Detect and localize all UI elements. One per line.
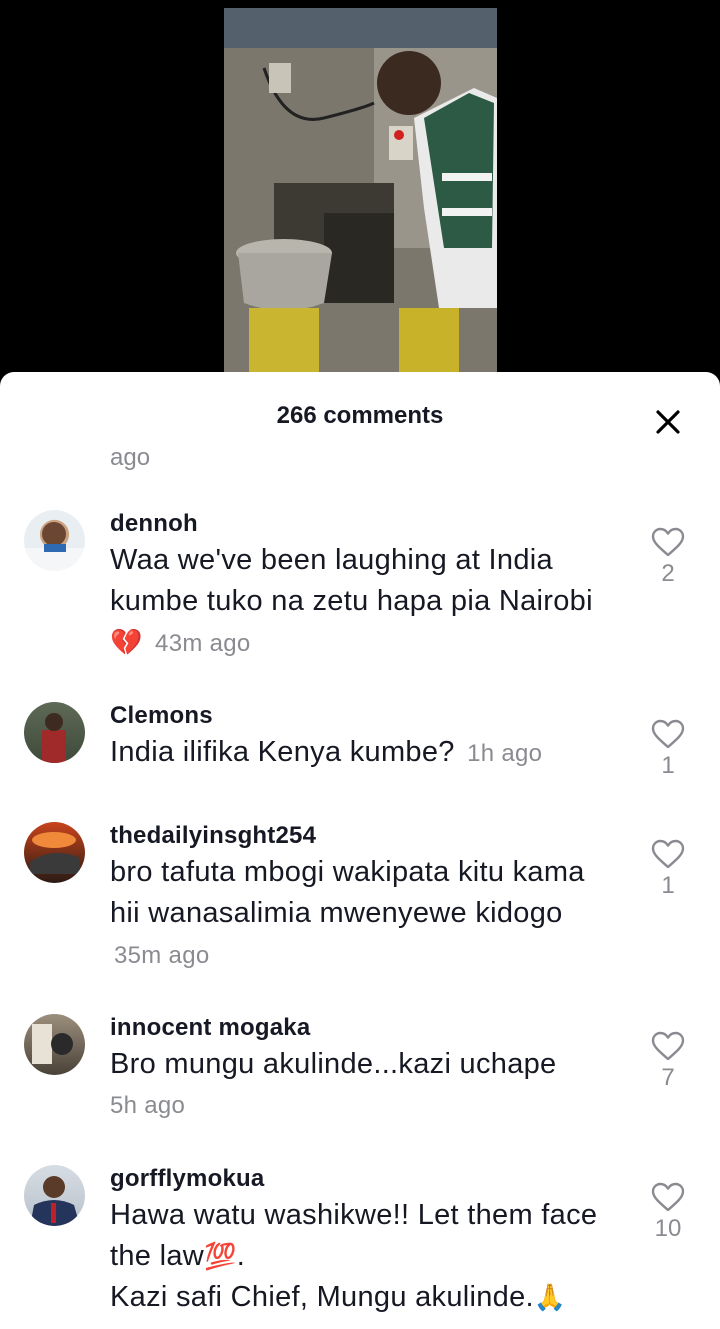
close-icon[interactable] bbox=[650, 404, 686, 440]
video-scene-image bbox=[224, 8, 497, 380]
heart-outline-icon[interactable] bbox=[650, 526, 686, 558]
comment-username[interactable]: dennoh bbox=[110, 510, 198, 538]
comment-body: bro tafuta mbogi wakipata kitu kama hii … bbox=[110, 856, 585, 929]
like-button[interactable]: 1 bbox=[640, 718, 696, 780]
comment-text: Bro mungu akulinde...kazi uchape 5h ago bbox=[110, 1044, 620, 1126]
comment-username[interactable]: innocent mogaka bbox=[110, 1014, 310, 1042]
like-count: 1 bbox=[661, 752, 675, 779]
avatar[interactable] bbox=[24, 822, 85, 883]
comments-sheet: 266 comments ago dennoh Waa we've been l… bbox=[0, 372, 720, 1329]
comment-body: India ilifika Kenya kumbe? bbox=[110, 736, 455, 768]
like-button[interactable]: 2 bbox=[640, 526, 696, 588]
video-area[interactable] bbox=[0, 0, 720, 380]
truncated-timestamp: ago bbox=[110, 444, 151, 471]
comment-body-line1: Hawa watu washikwe!! Let them face the l… bbox=[110, 1199, 598, 1272]
heart-outline-icon[interactable] bbox=[650, 718, 686, 750]
video-thumbnail[interactable] bbox=[224, 8, 497, 380]
hundred-points-emoji: 💯 bbox=[204, 1241, 237, 1271]
sheet-header: 266 comments bbox=[0, 372, 720, 464]
like-button[interactable]: 10 bbox=[640, 1181, 696, 1243]
like-count: 10 bbox=[654, 1215, 682, 1242]
avatar[interactable] bbox=[24, 702, 85, 763]
comment-body-line1-end: . bbox=[236, 1240, 246, 1272]
comment-body: Bro mungu akulinde...kazi uchape bbox=[110, 1048, 557, 1080]
heart-outline-icon[interactable] bbox=[650, 838, 686, 870]
comment-time: 43m ago bbox=[155, 630, 251, 657]
heart-outline-icon[interactable] bbox=[650, 1181, 686, 1213]
like-button[interactable]: 7 bbox=[640, 1030, 696, 1092]
comment-time: 5h ago bbox=[110, 1092, 186, 1119]
avatar[interactable] bbox=[24, 1165, 85, 1226]
comment-text: Waa we've been laughing at India kumbe t… bbox=[110, 540, 620, 664]
comment-body-line2: Kazi safi Chief, Mungu akulinde. bbox=[110, 1281, 534, 1313]
folded-hands-emoji: 🙏 bbox=[533, 1282, 567, 1312]
heart-outline-icon[interactable] bbox=[650, 1030, 686, 1062]
like-count: 1 bbox=[661, 872, 675, 899]
comment-body: Waa we've been laughing at India kumbe t… bbox=[110, 544, 593, 617]
comment-username[interactable]: Clemons bbox=[110, 702, 213, 730]
like-count: 7 bbox=[661, 1064, 675, 1091]
comment-time: 35m ago bbox=[114, 942, 210, 969]
avatar[interactable] bbox=[24, 510, 85, 571]
broken-heart-emoji: 💔 bbox=[110, 627, 143, 657]
like-count: 2 bbox=[661, 560, 675, 587]
like-button[interactable]: 1 bbox=[640, 838, 696, 900]
comment-text: India ilifika Kenya kumbe? 1h ago bbox=[110, 732, 620, 774]
comment-text: Hawa watu washikwe!! Let them face the l… bbox=[110, 1195, 620, 1318]
comment-time: 1h ago bbox=[467, 740, 543, 767]
comment-username[interactable]: gorfflymokua bbox=[110, 1165, 264, 1193]
comments-count-title: 266 comments bbox=[276, 402, 444, 429]
avatar[interactable] bbox=[24, 1014, 85, 1075]
comment-username[interactable]: thedailyinsght254 bbox=[110, 822, 316, 850]
comment-text: bro tafuta mbogi wakipata kitu kama hii … bbox=[110, 852, 620, 976]
